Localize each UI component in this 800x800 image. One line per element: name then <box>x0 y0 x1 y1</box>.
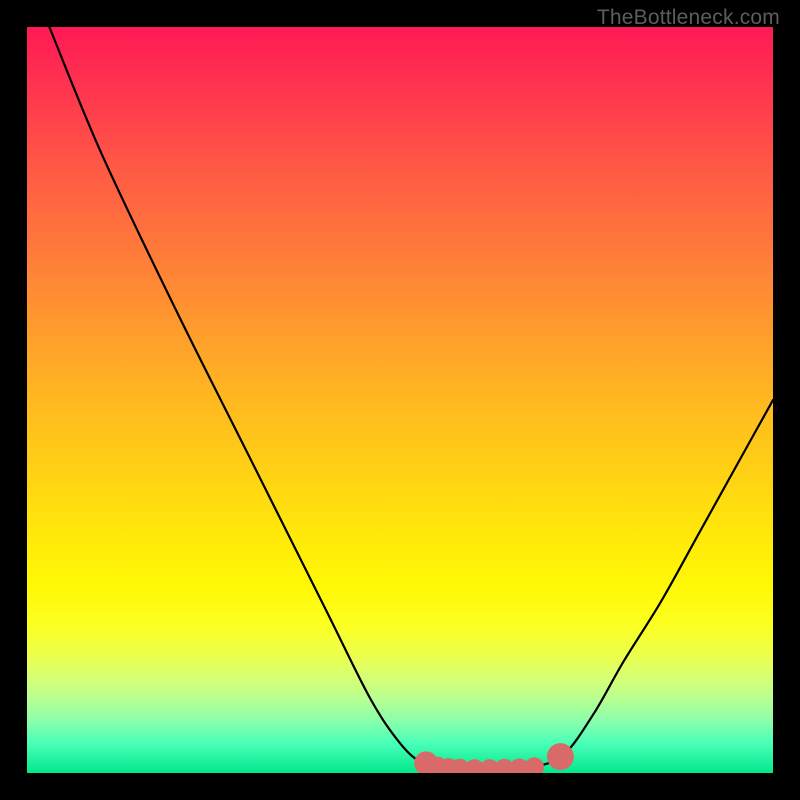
attribution-text: TheBottleneck.com <box>597 6 780 30</box>
plot-area <box>27 27 773 773</box>
highlight-marker <box>547 743 574 770</box>
highlight-marker <box>525 757 544 773</box>
chart-stage: TheBottleneck.com <box>0 0 800 800</box>
curve-overlay <box>27 27 773 773</box>
bottleneck-curve-path <box>49 27 773 769</box>
highlight-markers <box>414 743 574 773</box>
